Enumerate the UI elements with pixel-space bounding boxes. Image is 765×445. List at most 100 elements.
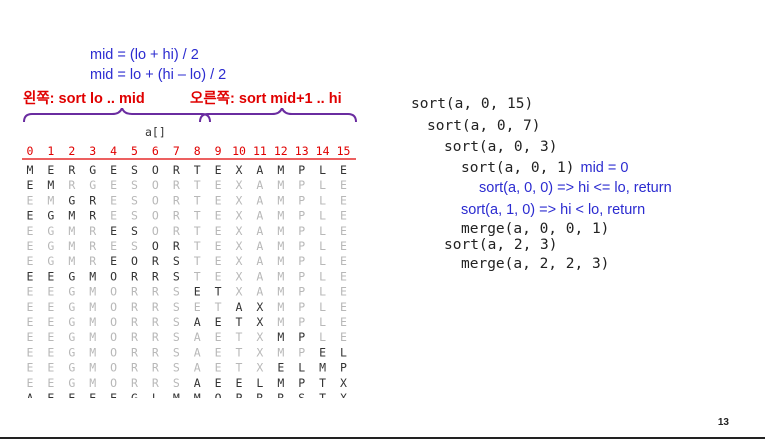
array-cell: E	[47, 376, 54, 390]
index-label: 12	[274, 144, 288, 158]
array-cell: M	[89, 300, 96, 314]
array-cell: E	[215, 376, 222, 390]
array-cell: A	[256, 285, 263, 299]
trace-line: sort(a, 2, 3)	[444, 237, 558, 253]
array-cell: M	[277, 315, 284, 329]
array-cell: M	[47, 178, 54, 192]
array-cell: O	[131, 254, 138, 268]
array-cell: R	[89, 224, 96, 238]
array-cell: G	[68, 300, 75, 314]
trace-line: sort(a, 0, 3)	[444, 139, 558, 155]
index-label: 6	[152, 144, 159, 158]
array-cell: X	[236, 254, 243, 268]
array-cell: L	[319, 315, 326, 329]
array-cell: M	[277, 254, 284, 268]
array-cell: L	[319, 300, 326, 314]
array-cell: R	[89, 239, 96, 253]
table-row: EEGMORRSAEELMPTX	[27, 376, 348, 390]
trace-note: mid = 0	[580, 160, 629, 176]
array-cell: E	[27, 193, 34, 207]
table-row: EGMREORSTEXAMPLE	[27, 254, 348, 268]
mergesort-trace-table: 0 1 2 3 4 5 6 7 8 9 10 11 12 13 14 15M E R G E S O R T E X A M P L EE M…	[22, 144, 356, 398]
array-cell: O	[152, 209, 159, 223]
array-cell: X	[236, 224, 243, 238]
array-cell: R	[89, 209, 96, 223]
array-cell: E	[47, 391, 54, 398]
table-row: MERGESORTEXAMPLE	[27, 163, 348, 177]
array-cell: R	[152, 300, 159, 314]
array-cell: M	[89, 269, 96, 283]
right-brace	[199, 108, 357, 123]
array-cell: T	[215, 285, 222, 299]
table-row: EGMRESORTEXAMPLE	[27, 224, 348, 238]
array-cell: S	[173, 300, 180, 314]
array-cell: P	[298, 254, 305, 268]
array-title: a[]	[145, 125, 166, 139]
array-cell: S	[131, 193, 138, 207]
array-cell: O	[152, 193, 159, 207]
trace-line: merge(a, 2, 2, 3)	[461, 256, 609, 272]
array-cell: X	[236, 239, 243, 253]
array-cell: A	[27, 391, 34, 398]
array-cell: E	[340, 254, 347, 268]
array-cell: X	[340, 376, 347, 390]
array-cell: P	[298, 163, 305, 177]
trace-call: merge(a, 2, 2, 3)	[461, 256, 610, 272]
array-cell: T	[194, 209, 201, 223]
array-cell: E	[89, 391, 96, 398]
index-label: 14	[316, 144, 330, 158]
array-cell: A	[194, 361, 201, 375]
array-cell: E	[215, 361, 222, 375]
table-row: EEGMORRSAETXMPLE	[27, 315, 348, 329]
array-cell: E	[27, 254, 34, 268]
array-cell: E	[68, 391, 75, 398]
array-cell: R	[131, 345, 138, 359]
array-cell: E	[27, 178, 34, 192]
array-cell: X	[256, 361, 263, 375]
array-cell: E	[47, 269, 54, 283]
array-cell: A	[256, 178, 263, 192]
array-cell: A	[256, 163, 263, 177]
array-cell: S	[131, 178, 138, 192]
array-cell: R	[131, 269, 138, 283]
array-cell: E	[27, 209, 34, 223]
array-cell: M	[89, 315, 96, 329]
right-half-label: 오른쪽: sort mid+1 .. hi	[190, 91, 342, 107]
array-cell: L	[319, 285, 326, 299]
array-cell: E	[27, 345, 34, 359]
array-cell: G	[68, 376, 75, 390]
array-cell: S	[173, 254, 180, 268]
array-cell: X	[256, 330, 263, 344]
index-label: 15	[337, 144, 351, 158]
array-cell: E	[215, 254, 222, 268]
array-cell: X	[256, 315, 263, 329]
array-cell: G	[68, 285, 75, 299]
array-cell: G	[68, 193, 75, 207]
array-cell: M	[277, 330, 284, 344]
array-cell: L	[319, 209, 326, 223]
array-cell: M	[173, 391, 180, 398]
array-cell: R	[131, 315, 138, 329]
array-cell: E	[47, 345, 54, 359]
array-cell: M	[277, 376, 284, 390]
array-cell: T	[194, 224, 201, 238]
array-cell: E	[47, 300, 54, 314]
array-cell: P	[298, 330, 305, 344]
array-cell: E	[27, 315, 34, 329]
index-label: 4	[110, 144, 117, 158]
array-cell: A	[256, 193, 263, 207]
array-cell: P	[298, 209, 305, 223]
trace-line: sort(a, 0, 1) mid = 0	[461, 160, 628, 176]
array-cell: G	[68, 345, 75, 359]
array-cell: O	[110, 376, 117, 390]
array-cell: M	[277, 209, 284, 223]
array-cell: G	[68, 315, 75, 329]
array-cell: P	[298, 315, 305, 329]
array-cell: E	[47, 330, 54, 344]
array-cell: S	[173, 361, 180, 375]
array-cell: O	[152, 163, 159, 177]
array-cell: L	[256, 376, 263, 390]
trace-call: sort(a, 0, 3)	[444, 139, 558, 155]
array-cell: M	[68, 224, 75, 238]
array-cell: E	[215, 178, 222, 192]
